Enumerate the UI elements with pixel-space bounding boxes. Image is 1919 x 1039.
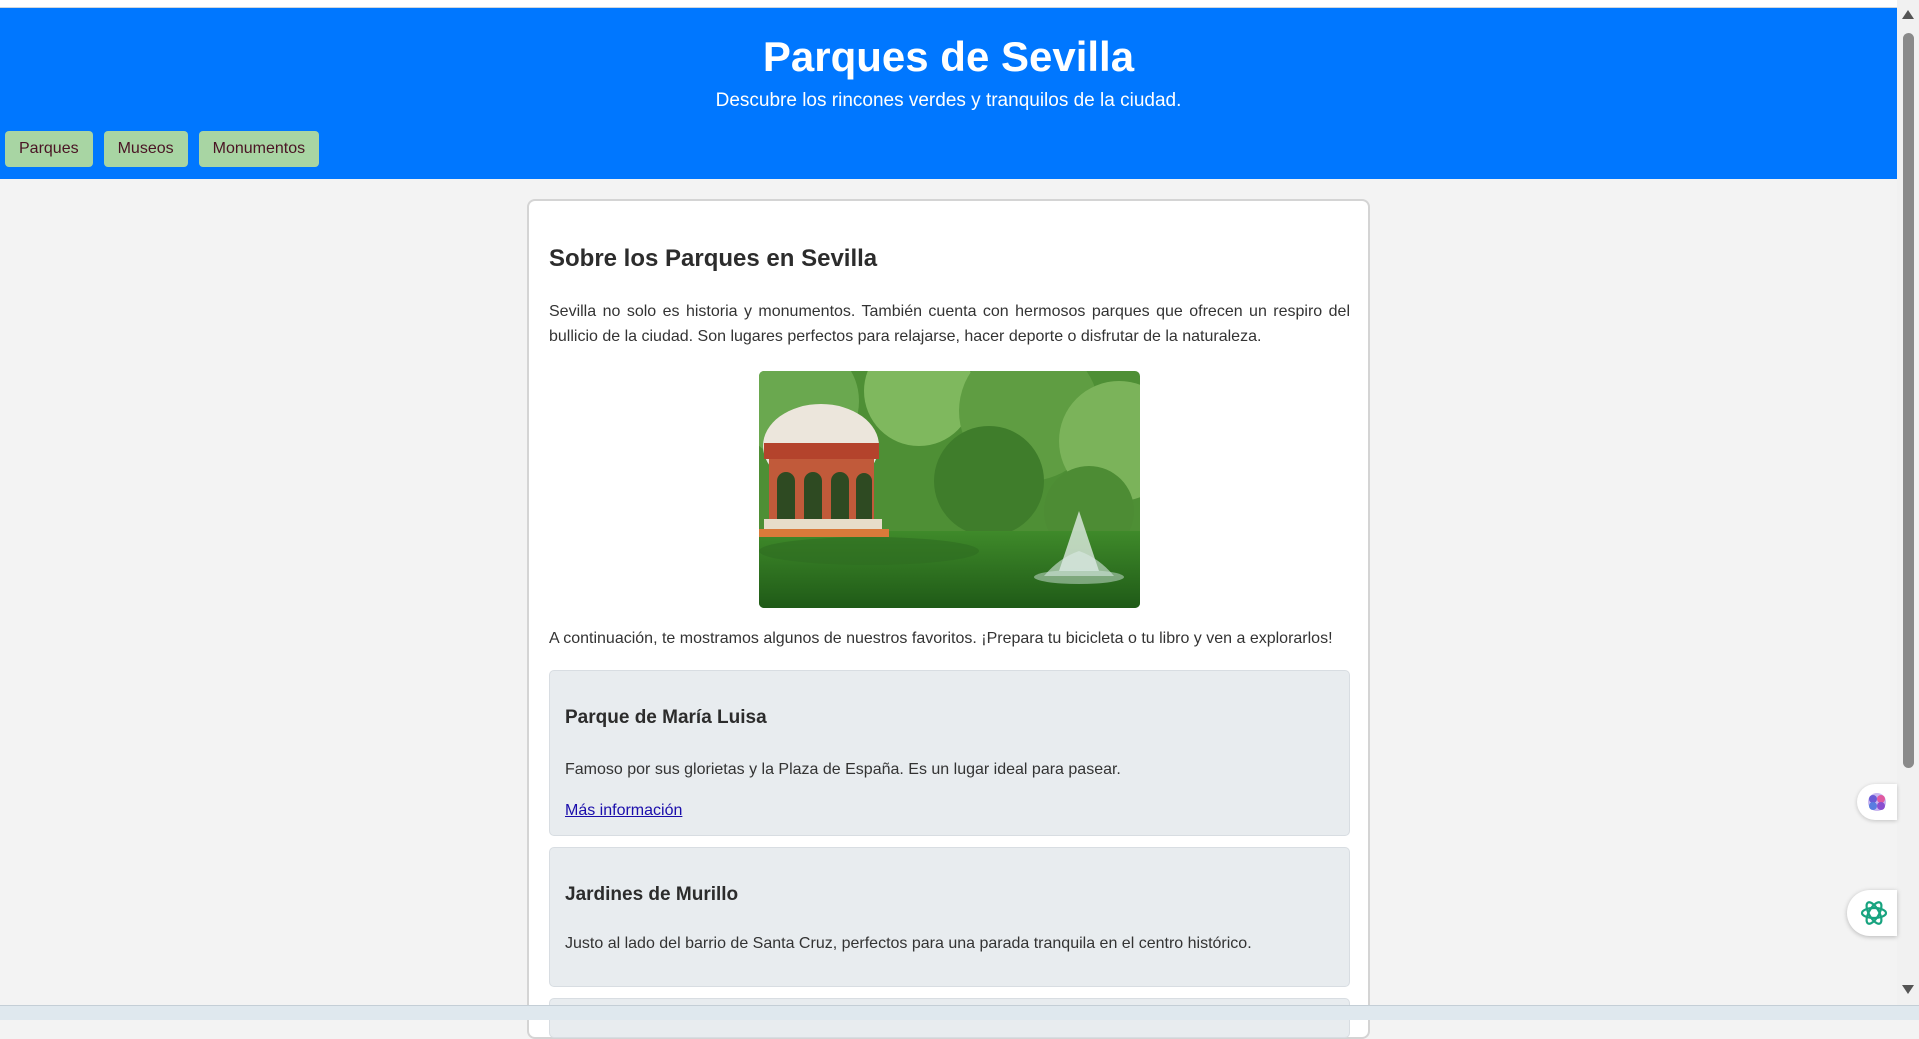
park-description: Justo al lado del barrio de Santa Cruz, … [565,935,1252,952]
content-card: Sobre los Parques en Sevilla Sevilla no … [527,199,1370,1039]
park-description: Famoso por sus glorietas y la Plaza de E… [565,761,1121,778]
more-info-link[interactable]: Más información [565,802,682,820]
browser-bottom-bar [0,1005,1919,1020]
main-nav: Parques Museos Monumentos [5,131,320,167]
browser-top-edge [0,0,1897,8]
section-heading: Sobre los Parques en Sevilla [549,245,878,272]
park-name: Parque de María Luisa [565,707,767,728]
park-photo [759,371,1140,608]
intro-paragraph: Sevilla no solo es historia y monumentos… [549,303,1350,345]
page-subtitle: Descubre los rincones verdes y tranquilo… [715,90,1182,111]
scroll-up-arrow-icon[interactable] [1902,10,1914,19]
nav-button-monumentos[interactable]: Monumentos [198,131,320,167]
scrollbar-thumb[interactable] [1903,33,1914,768]
park-card: Jardines de Murillo Justo al lado del ba… [549,847,1350,987]
chatgpt-extension-button[interactable] [1847,890,1897,936]
scroll-down-arrow-icon[interactable] [1902,985,1914,994]
chatgpt-icon [1860,901,1888,925]
park-card: Parque de María Luisa Famoso por sus glo… [549,670,1350,836]
page-scrollbar[interactable] [1897,0,1919,1005]
nav-button-parques[interactable]: Parques [5,131,93,167]
site-header: Parques de Sevilla Descubre los rincones… [0,8,1897,179]
brain-icon [1868,793,1886,811]
page-title: Parques de Sevilla [762,33,1135,80]
lead-paragraph: A continuación, te mostramos algunos de … [549,630,1333,647]
brain-extension-button[interactable] [1857,784,1897,820]
park-name: Jardines de Murillo [565,884,739,905]
nav-button-museos[interactable]: Museos [103,131,188,167]
